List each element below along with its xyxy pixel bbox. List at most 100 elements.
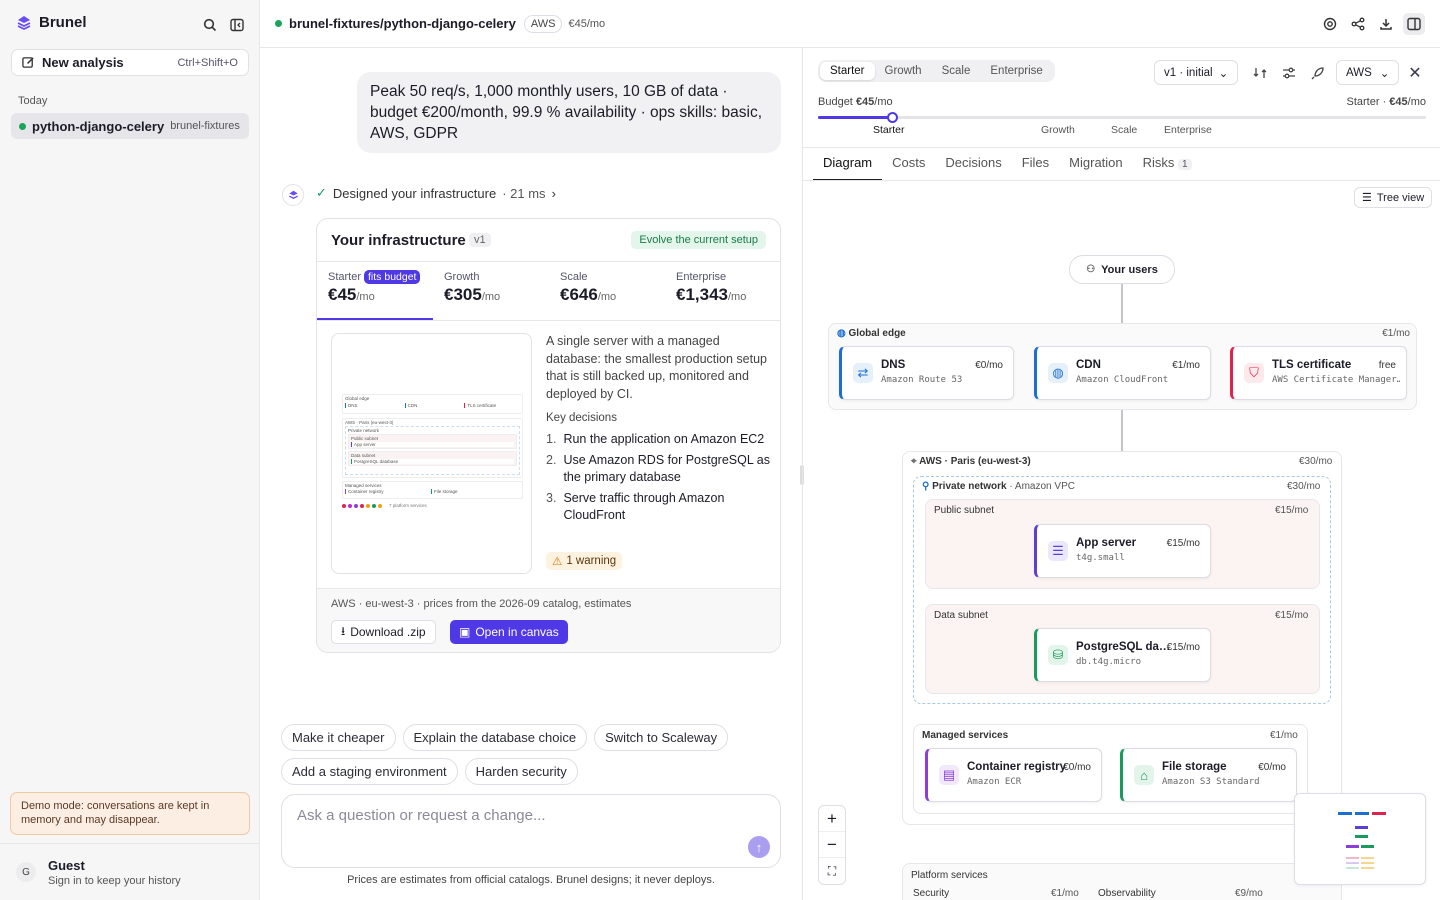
search-icon[interactable] xyxy=(199,14,221,36)
thumb-label: AWS · Paris (eu-west-3) xyxy=(345,420,394,425)
cdn-node[interactable]: ◍ CDN Amazon CloudFront €1/mo xyxy=(1034,346,1211,400)
sidebar: Brunel New analysis Ctrl+Shift+O Today p… xyxy=(0,0,260,900)
node-subtitle: db.t4g.micro xyxy=(1076,657,1142,667)
tls-node[interactable]: ⛉ TLS certificate AWS Certificate Manage… xyxy=(1230,346,1407,400)
node-subtitle: t4g.small xyxy=(1076,553,1125,563)
fit-view-icon[interactable]: ⛶ xyxy=(819,858,845,884)
container-registry-node[interactable]: ▤ Container registry Amazon ECR €0/mo xyxy=(925,748,1102,802)
canvas-panel: Starter Growth Scale Enterprise v1 · ini… xyxy=(802,48,1440,900)
tier-scale[interactable]: Scale €646/mo xyxy=(549,264,665,320)
status-line[interactable]: ✓ Designed your infrastructure · 21 ms › xyxy=(316,185,556,201)
tier-name: Starter xyxy=(328,271,362,283)
share-icon[interactable] xyxy=(1347,13,1369,35)
observability-cost: €9/mo xyxy=(1235,888,1263,899)
minimap[interactable] xyxy=(1294,793,1426,885)
dns-node[interactable]: ⇄ DNS Amazon Route 53 €0/mo xyxy=(839,346,1014,400)
database-node[interactable]: ⛁ PostgreSQL da… db.t4g.micro €15/mo xyxy=(1034,628,1211,682)
zoom-out-icon[interactable]: − xyxy=(819,832,845,858)
tier-unit: /mo xyxy=(597,291,617,303)
platform-dots: 7 platform services xyxy=(342,503,427,508)
sign-in-hint: Sign in to keep your history xyxy=(48,874,181,887)
download-zip-button[interactable]: ⭳ Download .zip xyxy=(331,620,436,644)
history-item-org: brunel-fixtures xyxy=(170,120,240,132)
tier-name: Scale xyxy=(560,271,588,283)
node-subtitle: Amazon S3 Standard xyxy=(1162,777,1260,787)
section-today: Today xyxy=(18,95,48,107)
fits-budget-badge: fits budget xyxy=(364,270,421,284)
tier-price: €45 xyxy=(328,285,357,304)
status-time: · 21 ms xyxy=(502,185,546,201)
location-icon: ⌖ xyxy=(911,456,917,467)
brand[interactable]: Brunel xyxy=(16,14,87,31)
suggestion-chip[interactable]: Add a staging environment xyxy=(281,758,458,785)
user-panel[interactable]: G Guest Sign in to keep your history xyxy=(0,843,259,900)
send-button[interactable]: ↑ xyxy=(748,836,770,858)
infrastructure-card: Your infrastructure v1 Evolve the curren… xyxy=(316,218,781,653)
theme-icon[interactable] xyxy=(1319,13,1341,35)
tier-growth[interactable]: Growth €305/mo xyxy=(433,264,549,320)
suggestion-chip[interactable]: Harden security xyxy=(464,758,578,785)
region-label: AWS · Paris (eu-west-3) xyxy=(919,456,1031,467)
node-title: DNS xyxy=(881,359,906,371)
chat-panel: Peak 50 req/s, 1,000 monthly users, 10 G… xyxy=(260,48,802,900)
users-node[interactable]: ⚇ Your users xyxy=(1069,255,1175,284)
suggestion-chip[interactable]: Make it cheaper xyxy=(281,724,396,751)
warning-badge[interactable]: ⚠ 1 warning xyxy=(546,552,623,570)
open-canvas-button[interactable]: ▣ Open in canvas xyxy=(450,620,568,644)
node-subtitle: Amazon CloudFront xyxy=(1076,375,1169,385)
avatar: G xyxy=(16,862,36,882)
download-icon: ⭳ xyxy=(341,623,346,638)
download-label: Download .zip xyxy=(350,625,426,639)
group-cost: €30/mo xyxy=(1299,456,1333,467)
status-dot xyxy=(275,20,282,27)
tier-name: Enterprise xyxy=(676,271,727,283)
disclaimer: Prices are estimates from official catal… xyxy=(347,874,715,886)
tier-price: €1,343 xyxy=(676,285,728,304)
check-icon: ✓ xyxy=(316,185,327,200)
suggestion-chip[interactable]: Explain the database choice xyxy=(402,724,588,751)
thumb-node: TLS certificate xyxy=(464,403,520,408)
version-badge: v1 xyxy=(469,233,491,247)
box-icon: ▤ xyxy=(939,765,959,785)
observability-label: Observability xyxy=(1098,888,1156,899)
panel-toggle-icon[interactable] xyxy=(1403,12,1425,35)
zoom-in-icon[interactable]: + xyxy=(819,806,845,832)
new-analysis-button[interactable]: New analysis Ctrl+Shift+O xyxy=(11,49,249,76)
app-server-node[interactable]: ☰ App server t4g.small €15/mo xyxy=(1034,524,1211,578)
security-label: Security xyxy=(913,888,950,899)
history-item[interactable]: python-django-celery brunel-fixtures xyxy=(11,113,249,139)
evolve-badge[interactable]: Evolve the current setup xyxy=(631,231,766,249)
suggestion-chip[interactable]: Switch to Scaleway xyxy=(594,724,729,751)
managed-label: Managed services xyxy=(922,730,1009,741)
tier-unit: /mo xyxy=(728,291,747,303)
node-subtitle: Amazon Route 53 xyxy=(881,375,963,385)
node-title: App server xyxy=(1076,537,1137,549)
file-storage-node[interactable]: ⌂ File storage Amazon S3 Standard €0/mo xyxy=(1120,748,1297,802)
status-dot xyxy=(19,122,26,130)
server-icon: ☰ xyxy=(1048,541,1068,561)
download-icon[interactable] xyxy=(1375,13,1397,35)
tier-unit: /mo xyxy=(481,291,501,303)
data-subnet-label: Data subnet xyxy=(934,610,988,621)
tier-enterprise[interactable]: Enterprise €1,343/mo xyxy=(665,264,780,320)
canvas-icon: ▣ xyxy=(459,625,471,639)
globe-icon: ◍ xyxy=(1048,363,1068,383)
input-placeholder: Ask a question or request a change... xyxy=(297,807,546,824)
header-cost: €45/mo xyxy=(568,17,606,30)
node-cost: €0/mo xyxy=(1258,762,1286,773)
decision-item: Run the application on Amazon EC2 xyxy=(563,432,765,446)
warning-icon: ⚠ xyxy=(552,556,563,568)
diagram-thumbnail[interactable]: Global edge DNS CDN TLS certificate AWS … xyxy=(331,333,532,574)
private-sub: · Amazon VPC xyxy=(1009,481,1075,492)
node-title: TLS certificate xyxy=(1272,359,1352,371)
tier-starter[interactable]: Starter fits budget €45/mo xyxy=(317,264,433,320)
collapse-sidebar-icon[interactable] xyxy=(226,14,248,36)
globe-icon: ◍ xyxy=(837,328,846,339)
node-cost: €0/mo xyxy=(1063,762,1091,773)
user-message: Peak 50 req/s, 1,000 monthly users, 10 G… xyxy=(357,72,781,153)
edit-icon xyxy=(22,57,34,68)
tier-name: Growth xyxy=(444,271,480,283)
node-cost: free xyxy=(1378,360,1396,371)
decision-item: Use Amazon RDS for PostgreSQL as the pri… xyxy=(563,453,771,484)
message-input[interactable]: Ask a question or request a change... xyxy=(281,794,781,868)
